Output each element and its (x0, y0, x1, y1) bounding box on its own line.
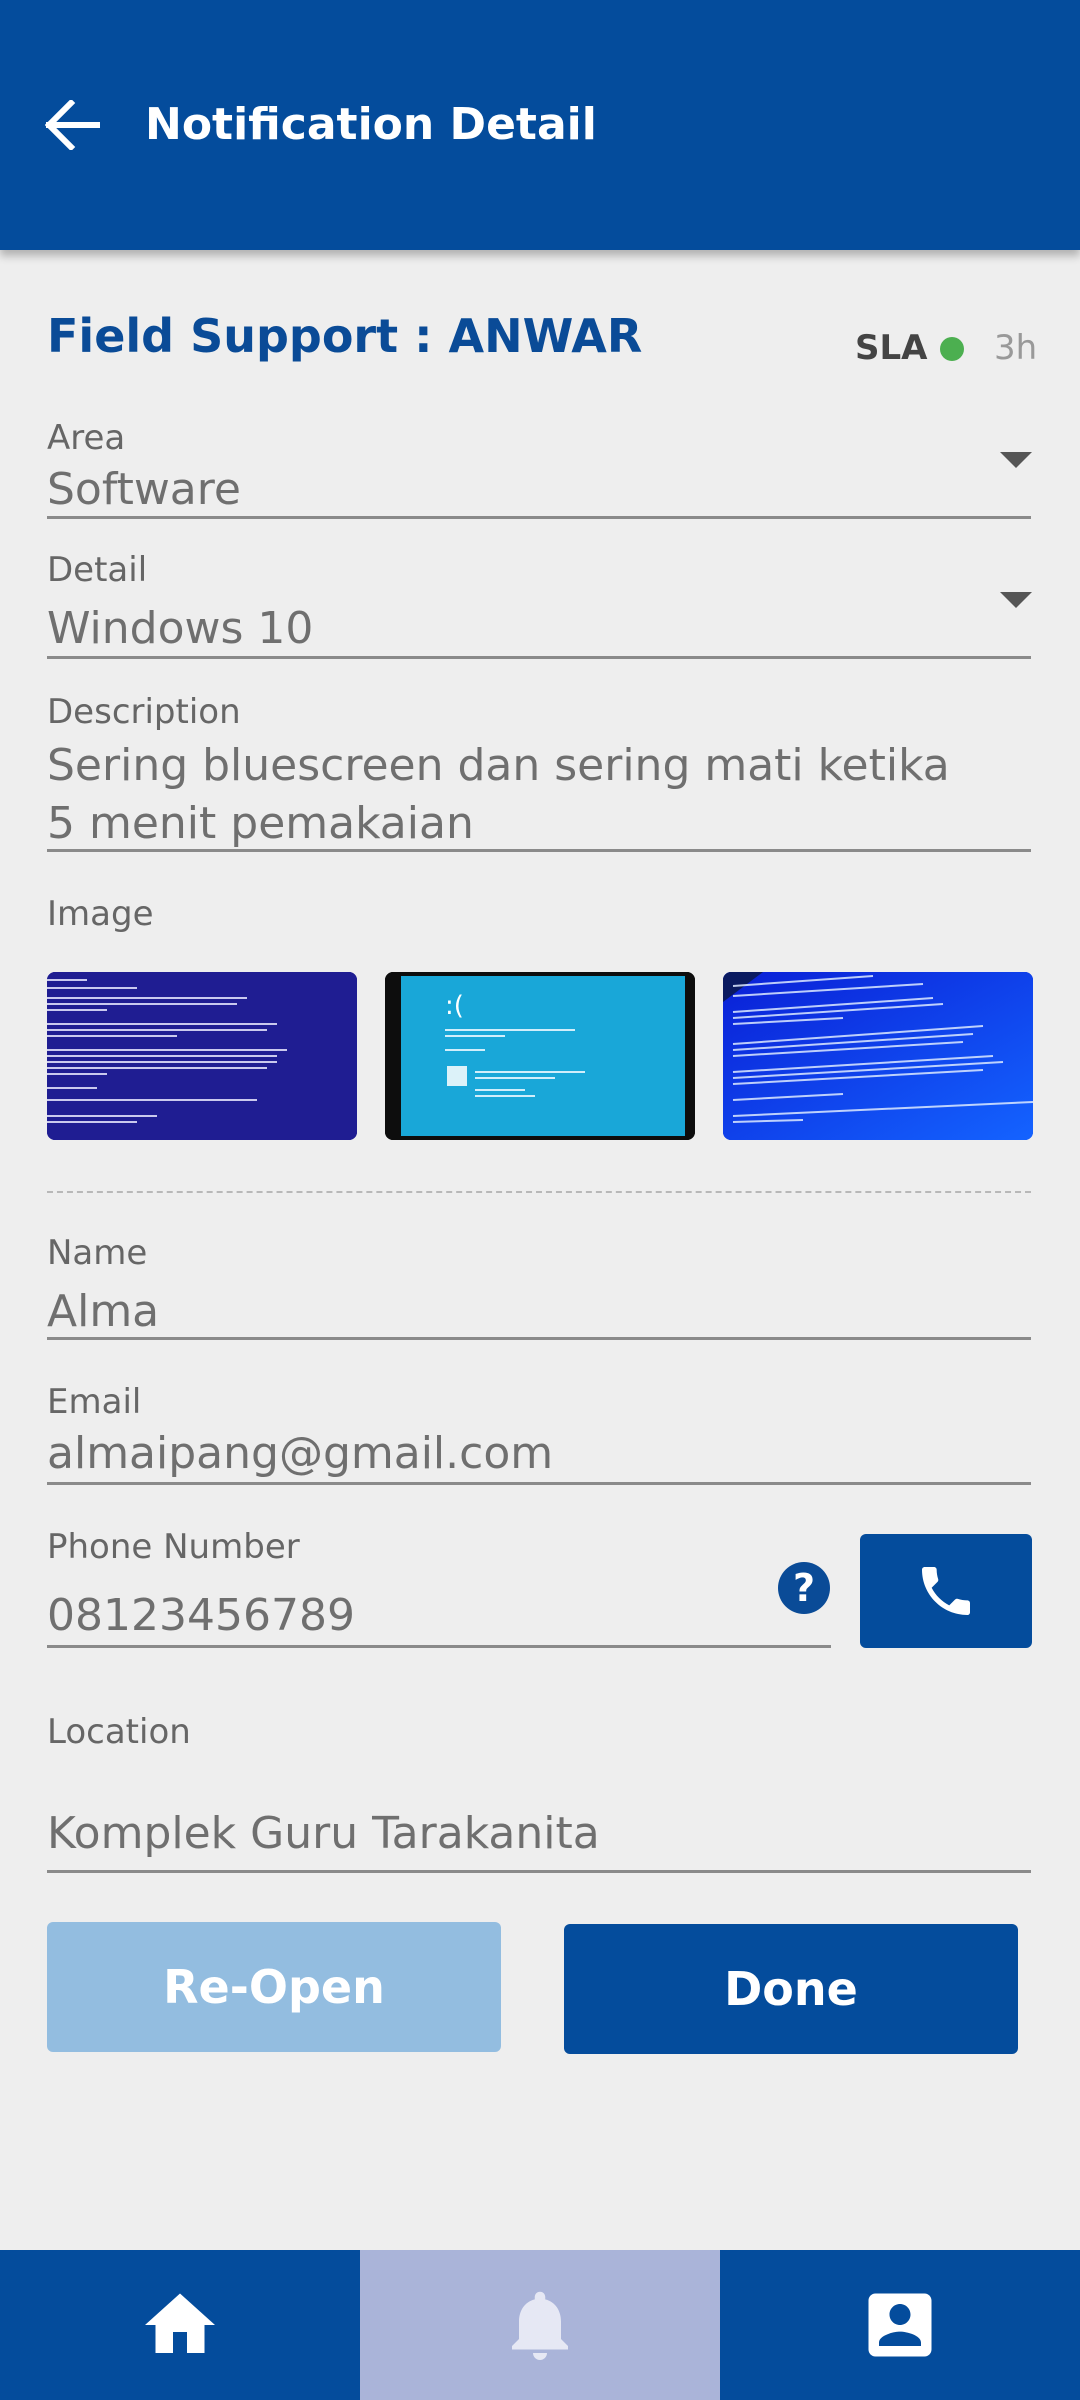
reopen-button[interactable]: Re-Open (47, 1922, 501, 2052)
help-icon[interactable]: ? (778, 1562, 830, 1614)
page-title: Notification Detail (145, 99, 597, 150)
nav-profile[interactable] (720, 2250, 1080, 2400)
image-thumbnail-2[interactable]: :( (385, 972, 695, 1140)
sla-status-dot (940, 337, 964, 361)
name-underline (47, 1337, 1031, 1340)
email-underline (47, 1482, 1031, 1485)
ticket-title: Field Support : ANWAR (47, 309, 643, 363)
bsod-win10-image: :( (385, 972, 695, 1140)
description-line-1: Sering bluescreen dan sering mati ketika (47, 740, 950, 791)
description-line-2: 5 menit pemakaian (47, 798, 474, 849)
detail-label: Detail (47, 550, 148, 590)
svg-text::(: :( (445, 991, 464, 1021)
location-label: Location (47, 1712, 191, 1752)
location-field[interactable]: Komplek Guru Tarakanita (47, 1806, 600, 1862)
detail-underline (47, 656, 1031, 659)
area-chevron-down-icon[interactable] (1000, 452, 1032, 468)
area-underline (47, 516, 1031, 519)
email-label: Email (47, 1382, 142, 1422)
phone-field[interactable]: 08123456789 (47, 1588, 355, 1644)
home-icon (145, 2293, 215, 2353)
phone-label: Phone Number (47, 1527, 300, 1567)
image-label: Image (47, 894, 154, 934)
phone-icon (922, 1567, 970, 1615)
email-field[interactable]: almaipang@gmail.com (47, 1426, 553, 1482)
sla-value: 3h (994, 328, 1038, 368)
phone-underline (47, 1645, 831, 1648)
detail-chevron-down-icon[interactable] (1000, 592, 1032, 608)
section-divider (47, 1191, 1031, 1193)
back-button[interactable] (40, 88, 106, 162)
nav-home[interactable] (0, 2250, 360, 2400)
bsod-text-image (47, 972, 357, 1140)
description-underline (47, 849, 1031, 852)
app-bar: Notification Detail (0, 0, 1080, 250)
sla-label: SLA (855, 328, 928, 368)
name-field[interactable]: Alma (47, 1284, 159, 1340)
description-label: Description (47, 692, 241, 732)
name-label: Name (47, 1233, 148, 1273)
bell-icon (512, 2291, 568, 2360)
location-underline (47, 1870, 1031, 1873)
bottom-navigation (0, 2250, 1080, 2400)
image-thumbnail-3[interactable] (723, 972, 1033, 1140)
done-button[interactable]: Done (564, 1924, 1018, 2054)
call-button[interactable] (860, 1534, 1032, 1648)
area-dropdown[interactable]: Software (47, 462, 241, 518)
account-box-icon (868, 2293, 932, 2357)
arrow-left-icon (45, 100, 100, 150)
image-thumbnail-1[interactable] (47, 972, 357, 1140)
nav-notifications[interactable] (360, 2250, 720, 2400)
area-label: Area (47, 418, 126, 458)
bsod-photo-image (723, 972, 1033, 1140)
detail-dropdown[interactable]: Windows 10 (47, 601, 313, 657)
